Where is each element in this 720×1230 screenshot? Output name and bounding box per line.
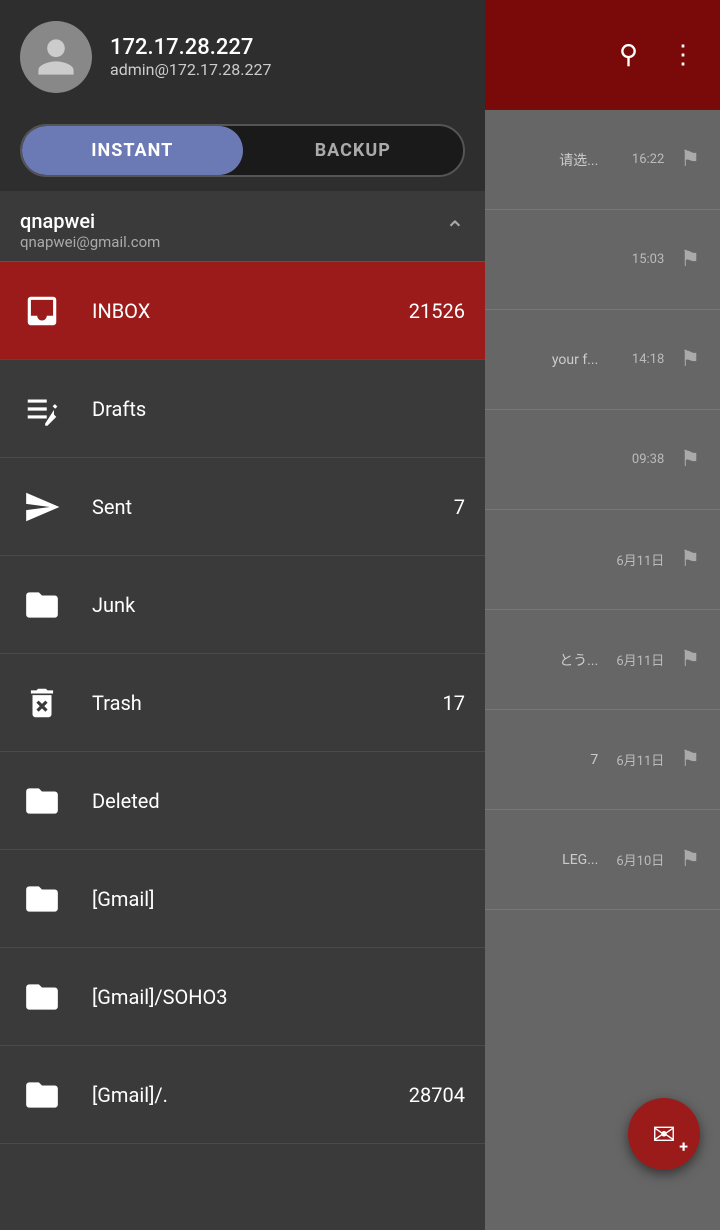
gmail-label: [Gmail]	[92, 887, 465, 911]
account-section[interactable]: qnapwei qnapwei@gmail.com ⌃	[0, 191, 485, 262]
flag-icon[interactable]: ⚑	[680, 547, 700, 572]
drafts-label: Drafts	[92, 397, 465, 421]
gmail-more-label: [Gmail]/.	[92, 1083, 381, 1107]
sidebar-item-deleted[interactable]: Deleted	[0, 752, 485, 850]
flag-icon[interactable]: ⚑	[680, 647, 700, 672]
chevron-up-icon[interactable]: ⌃	[445, 216, 465, 244]
deleted-label: Deleted	[92, 789, 465, 813]
sidebar-item-trash[interactable]: Trash 17	[0, 654, 485, 752]
sent-count: 7	[454, 495, 465, 519]
server-ip: 172.17.28.227	[110, 35, 271, 60]
header-info: 172.17.28.227 admin@172.17.28.227	[110, 35, 271, 79]
email-time: 6月11日	[614, 550, 664, 569]
sent-icon	[20, 485, 64, 529]
sidebar-item-sent[interactable]: Sent 7	[0, 458, 485, 556]
navigation-drawer: 172.17.28.227 admin@172.17.28.227 INSTAN…	[0, 0, 485, 1230]
deleted-icon	[20, 779, 64, 823]
sidebar-item-junk[interactable]: Junk	[0, 556, 485, 654]
email-time: 6月10日	[614, 850, 664, 869]
flag-icon[interactable]: ⚑	[680, 147, 700, 172]
gmail-more-icon	[20, 1073, 64, 1117]
search-icon[interactable]: ⚲	[619, 40, 638, 70]
flag-icon[interactable]: ⚑	[680, 847, 700, 872]
fab-plus-icon: +	[679, 1137, 688, 1156]
flag-icon[interactable]: ⚑	[680, 747, 700, 772]
junk-label: Junk	[92, 593, 465, 617]
sidebar-item-inbox[interactable]: INBOX 21526	[0, 262, 485, 360]
toggle-bar: INSTANT BACKUP	[0, 110, 485, 191]
email-time: 6月11日	[614, 750, 664, 769]
flag-icon[interactable]: ⚑	[680, 247, 700, 272]
email-time: 6月11日	[614, 650, 664, 669]
inbox-label: INBOX	[92, 299, 381, 323]
trash-count: 17	[443, 691, 465, 715]
more-vert-icon[interactable]: ⋮	[670, 40, 696, 70]
account-name: qnapwei	[20, 209, 160, 233]
gmail-soho3-icon	[20, 975, 64, 1019]
flag-icon[interactable]: ⚑	[680, 347, 700, 372]
compose-fab[interactable]: ✉ +	[628, 1098, 700, 1170]
gmail-more-count: 28704	[409, 1083, 465, 1107]
drawer-header: 172.17.28.227 admin@172.17.28.227	[0, 0, 485, 110]
avatar	[20, 21, 92, 93]
sidebar-item-drafts[interactable]: Drafts	[0, 360, 485, 458]
trash-icon	[20, 681, 64, 725]
instant-backup-toggle: INSTANT BACKUP	[20, 124, 465, 177]
email-time: 16:22	[614, 152, 664, 167]
drafts-icon	[20, 387, 64, 431]
nav-list: INBOX 21526 Drafts Sent 7 Junk Trash 17 …	[0, 262, 485, 1144]
sidebar-item-gmail-more[interactable]: [Gmail]/. 28704	[0, 1046, 485, 1144]
backup-toggle[interactable]: BACKUP	[243, 126, 464, 175]
gmail-soho3-label: [Gmail]/SOHO3	[92, 985, 465, 1009]
inbox-icon	[20, 289, 64, 333]
account-info: qnapwei qnapwei@gmail.com	[20, 209, 160, 251]
email-time: 14:18	[614, 352, 664, 367]
gmail-icon	[20, 877, 64, 921]
junk-icon	[20, 583, 64, 627]
email-time: 15:03	[614, 252, 664, 267]
flag-icon[interactable]: ⚑	[680, 447, 700, 472]
mail-icon: ✉	[652, 1118, 675, 1151]
sidebar-item-gmail-soho3[interactable]: [Gmail]/SOHO3	[0, 948, 485, 1046]
sent-label: Sent	[92, 495, 426, 519]
admin-email: admin@172.17.28.227	[110, 60, 271, 79]
sidebar-item-gmail[interactable]: [Gmail]	[0, 850, 485, 948]
account-email: qnapwei@gmail.com	[20, 233, 160, 251]
instant-toggle[interactable]: INSTANT	[22, 126, 243, 175]
top-bar-right: ⚲ ⋮	[480, 0, 720, 110]
email-time: 09:38	[614, 452, 664, 467]
trash-label: Trash	[92, 691, 415, 715]
inbox-count: 21526	[409, 299, 465, 323]
